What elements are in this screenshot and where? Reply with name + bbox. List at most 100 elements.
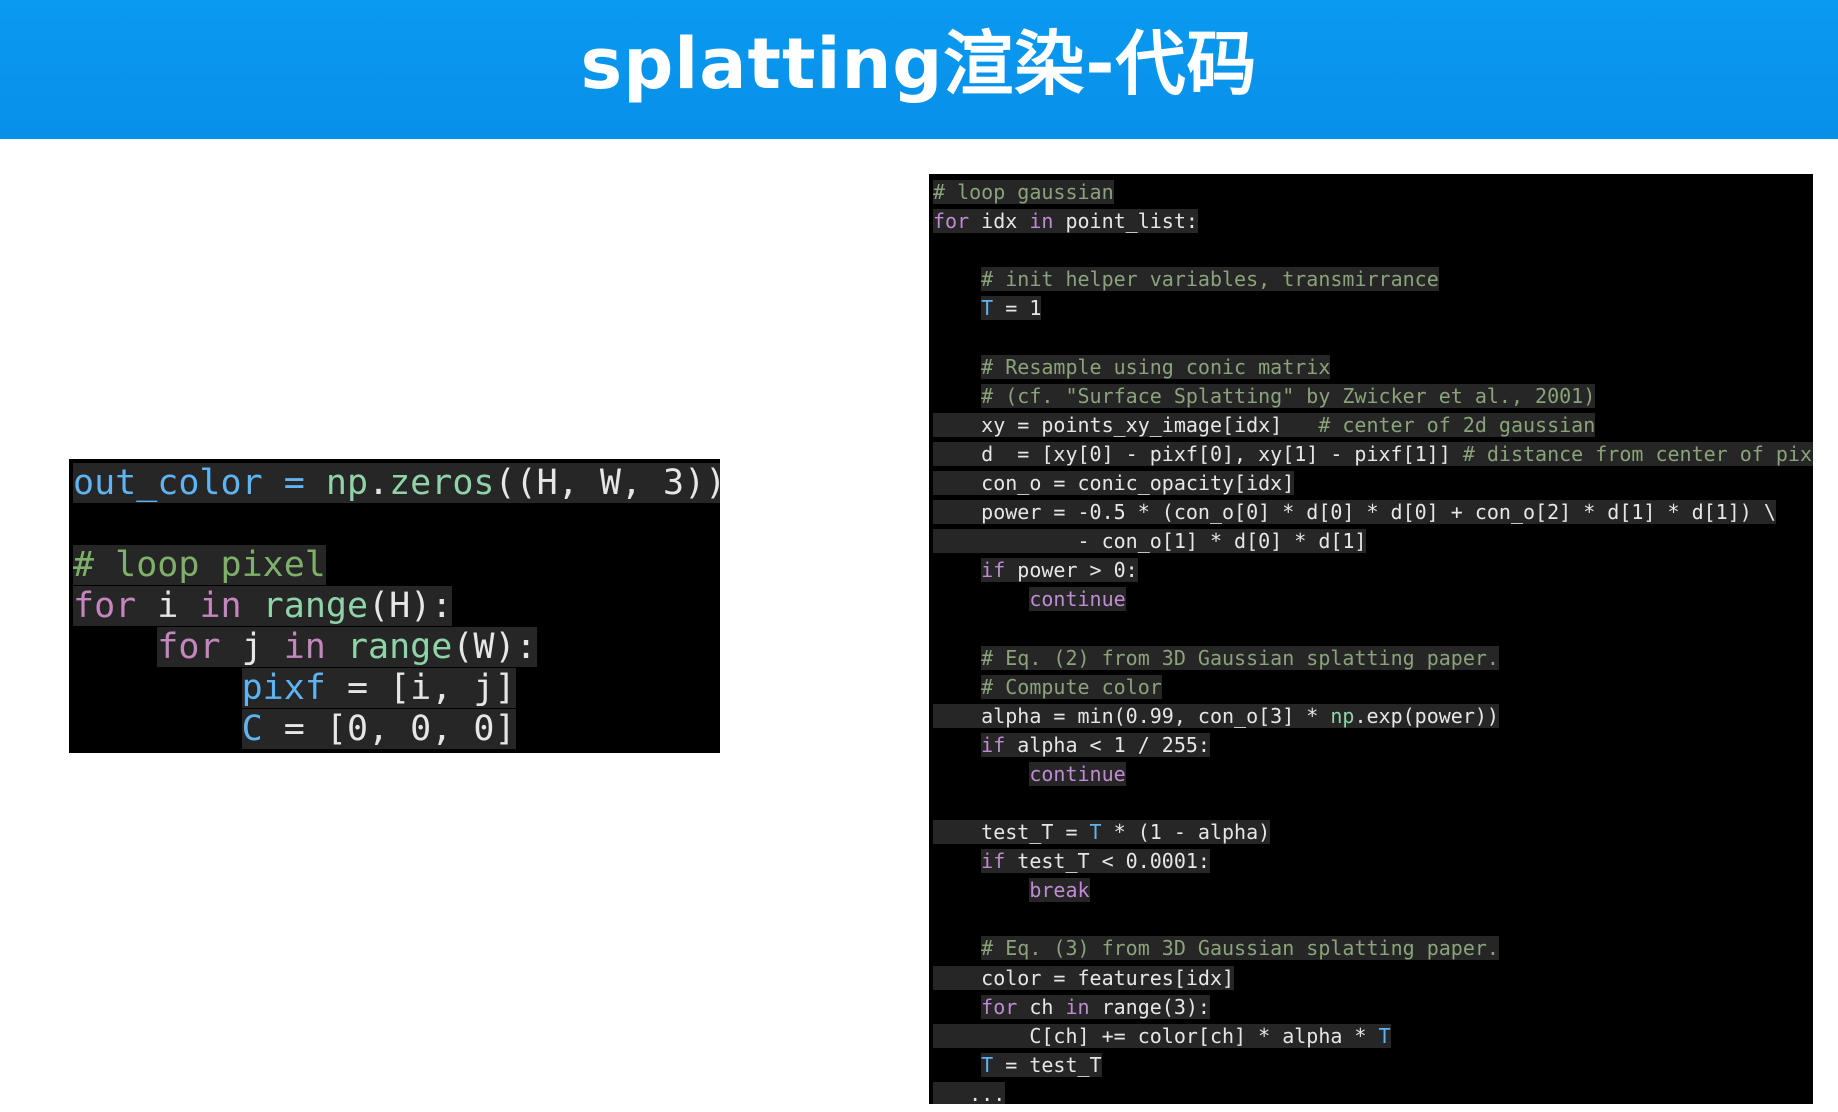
code-line: d = [xy[0] - pixf[0], xy[1] - pixf[1]] #… [933, 440, 1813, 469]
code-token: T [1089, 820, 1102, 845]
gaussian-loop-code-block: # loop gaussian for idx in point_list: # … [929, 174, 1813, 1104]
code-token: xy = points_xy_image[idx] [933, 412, 1319, 437]
code-token: T [1378, 1023, 1391, 1048]
code-line: pixf = [i, j] [73, 668, 720, 709]
code-token: np [1330, 703, 1355, 728]
code-line: break [933, 876, 1813, 905]
code-token: # (cf. "Surface Splatting" by Zwicker et… [981, 383, 1596, 408]
code-token: in [283, 627, 326, 667]
code-token: # distance from center of pixel [1462, 441, 1813, 466]
code-token: = test_T [993, 1052, 1102, 1077]
code-line: # Compute color [933, 673, 1813, 702]
code-line: T = 1 [933, 294, 1813, 323]
code-token: point_list: [1053, 209, 1198, 234]
code-token: zeros [389, 463, 495, 503]
code-token: C [241, 709, 263, 749]
code-token: T [981, 1052, 994, 1077]
code-line: if power > 0: [933, 556, 1813, 585]
code-line: xy = points_xy_image[idx] # center of 2d… [933, 411, 1813, 440]
code-token: test_T < 0.0001: [1005, 849, 1210, 874]
code-line: T = test_T [933, 1051, 1813, 1080]
code-line: # (cf. "Surface Splatting" by Zwicker et… [933, 382, 1813, 411]
code-token: ch [1017, 994, 1066, 1019]
code-token: (W): [452, 627, 537, 667]
code-token: for [933, 209, 970, 234]
code-line: power = -0.5 * (con_o[0] * d[0] * d[0] +… [933, 498, 1813, 527]
code-token: ... [933, 1081, 1006, 1104]
code-line: test_T = T * (1 - alpha) [933, 818, 1813, 847]
code-line: C = [0, 0, 0] [73, 709, 720, 750]
code-token: alpha < 1 / 255: [1005, 732, 1210, 757]
code-token: alpha = min(0.99, con_o[3] * [933, 703, 1331, 728]
code-token: idx [969, 209, 1030, 234]
code-line: alpha = min(0.99, con_o[3] * np.exp(powe… [933, 702, 1813, 731]
code-token: # loop gaussian [933, 180, 1114, 204]
code-line: continue [933, 585, 1813, 614]
code-line: # loop pixel [73, 545, 720, 586]
code-token: in [1065, 994, 1090, 1019]
code-token: .exp(power)) [1354, 703, 1499, 728]
code-line: C[ch] += color[ch] * alpha * T [933, 1022, 1813, 1051]
code-token: range [346, 627, 453, 667]
code-token: = [0, 0, 0] [262, 709, 516, 749]
code-token: # Eq. (3) from 3D Gaussian splatting pap… [981, 936, 1499, 961]
code-line: for j in range(W): [73, 627, 720, 668]
title-bar: splatting渲染-代码 [0, 0, 1838, 139]
code-line: for ch in range(3): [933, 993, 1813, 1022]
code-token: # Resample using conic matrix [981, 354, 1331, 379]
code-token: range(3): [1089, 994, 1210, 1019]
code-token: color = features[idx] [933, 965, 1235, 990]
code-line: if test_T < 0.0001: [933, 847, 1813, 876]
code-token: if [981, 849, 1006, 874]
code-token: # Eq. (2) from 3D Gaussian splatting pap… [981, 645, 1499, 670]
code-line: if alpha < 1 / 255: [933, 731, 1813, 760]
code-line: for idx in point_list: [933, 207, 1813, 236]
code-token: con_o = conic_opacity[idx] [933, 470, 1295, 495]
code-token: out_color = [73, 463, 326, 503]
code-line: - con_o[1] * d[0] * d[1] [933, 527, 1813, 556]
code-token: # init helper variables, transmirrance [981, 267, 1439, 292]
code-token: j [220, 627, 284, 667]
code-token: # loop pixel [73, 545, 326, 585]
code-token: if [981, 732, 1006, 757]
code-token: ((H, W, 3)) [494, 463, 720, 503]
code-token: T [981, 296, 994, 321]
code-line: # Resample using conic matrix [933, 353, 1813, 382]
code-token: C[ch] += color[ch] * alpha * [933, 1023, 1379, 1048]
code-token: power = -0.5 * (con_o[0] * d[0] * d[0] +… [933, 500, 1776, 525]
code-token: break [1029, 878, 1090, 903]
code-token: = 1 [993, 296, 1042, 321]
code-token: i [136, 586, 200, 626]
code-token: for [157, 627, 221, 667]
code-token: . [368, 463, 390, 503]
code-token: continue [1029, 587, 1126, 612]
slide-title: splatting渲染-代码 [580, 23, 1258, 105]
code-token: in [199, 586, 242, 626]
code-token: if [981, 558, 1006, 583]
code-line: # Eq. (2) from 3D Gaussian splatting pap… [933, 644, 1813, 673]
code-line: for i in range(H): [73, 586, 720, 627]
code-token: # center of 2d gaussian [1318, 412, 1596, 437]
code-token: for [73, 586, 137, 626]
code-line: color = features[idx] [933, 964, 1813, 993]
code-token: # Compute color [981, 674, 1162, 699]
code-token: pixf [241, 668, 326, 708]
code-token: * (1 - alpha) [1101, 820, 1271, 845]
code-line: # Eq. (3) from 3D Gaussian splatting pap… [933, 934, 1813, 963]
code-line: # init helper variables, transmirrance [933, 265, 1813, 294]
code-token: continue [1029, 761, 1126, 786]
code-token: in [1029, 209, 1054, 234]
pixel-loop-code-block: out_color = np.zeros((H, W, 3)) # loop p… [69, 459, 720, 753]
code-token: = [i, j] [325, 668, 516, 708]
code-line: continue [933, 760, 1813, 789]
code-token: (H): [368, 586, 453, 626]
code-token: power > 0: [1005, 558, 1138, 583]
